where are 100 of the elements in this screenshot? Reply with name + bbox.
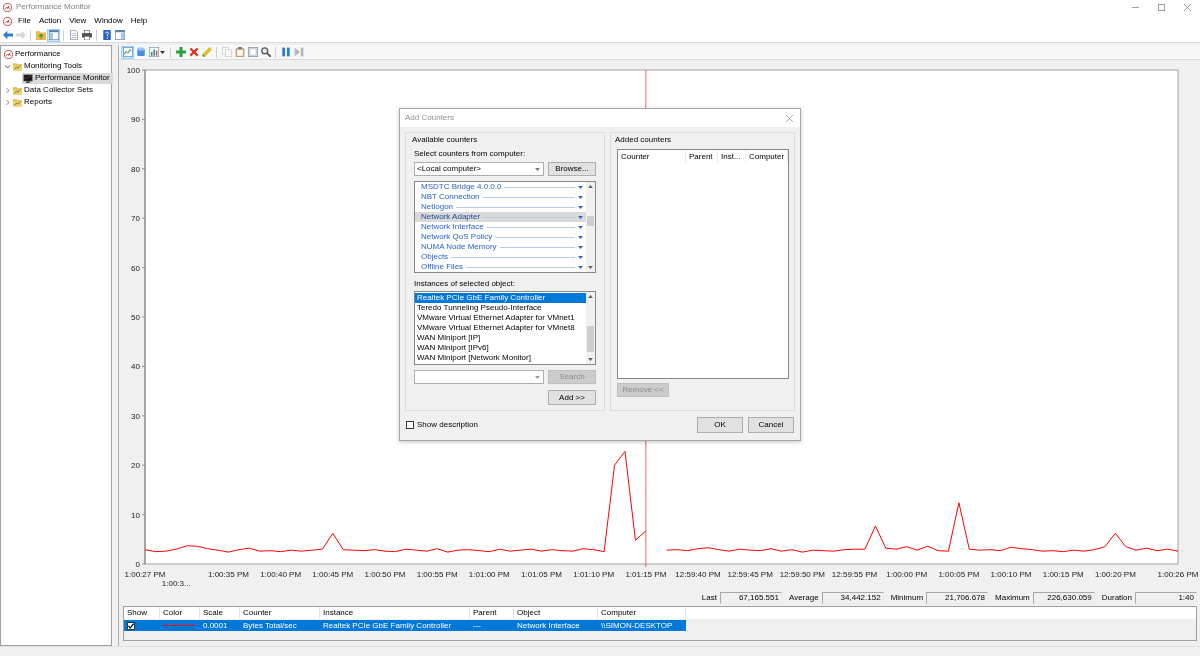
search-field[interactable] — [414, 370, 544, 384]
counter-item[interactable]: Network Interface — [415, 222, 586, 232]
checkbox[interactable] — [406, 421, 414, 429]
instance-item[interactable]: WAN Miniport [Network Monitor] — [415, 353, 586, 363]
column-header[interactable]: Inst... — [718, 150, 746, 163]
action-pane-button[interactable] — [113, 28, 126, 42]
paste-button[interactable] — [233, 45, 246, 59]
caret-icon[interactable] — [578, 205, 583, 209]
caret-icon[interactable] — [578, 225, 583, 229]
axis-label: 1:01:05 PM — [521, 570, 562, 579]
caret-icon[interactable] — [578, 235, 583, 239]
log-data-button[interactable] — [134, 45, 147, 59]
axis-label: 10 — [131, 510, 140, 520]
scrollbar-thumb[interactable] — [587, 326, 594, 352]
column-header[interactable]: Scale — [200, 607, 240, 619]
column-header[interactable]: Parent — [686, 150, 718, 163]
up-folder-button[interactable] — [34, 28, 47, 42]
checkbox-label[interactable]: Show description — [417, 421, 478, 429]
check-icon — [128, 622, 134, 629]
column-header[interactable]: Show — [124, 607, 160, 619]
freeze-button[interactable] — [279, 45, 292, 59]
axis-label: 1:00:50 PM — [364, 570, 406, 579]
instance-list[interactable] — [414, 291, 596, 365]
tree-item[interactable]: Performance — [3, 48, 64, 60]
caret-icon[interactable] — [578, 195, 583, 199]
checkbox[interactable] — [127, 621, 135, 630]
caret-icon[interactable] — [578, 245, 583, 249]
cancel-button[interactable]: Cancel — [748, 417, 794, 433]
menu-item[interactable]: View — [65, 14, 91, 28]
counter-item[interactable]: Network Adapter — [415, 212, 586, 222]
axis-label: 0 — [135, 560, 140, 569]
counter-item[interactable]: NBT Connection — [415, 192, 586, 202]
column-header[interactable]: Counter — [618, 150, 686, 163]
table-cell-text: Realtek PCIe GbE Family Controller — [322, 621, 453, 630]
computer-dropdown[interactable]: <Local computer> — [414, 162, 544, 176]
chevron-icon[interactable] — [5, 99, 10, 105]
caret-up-icon — [588, 295, 593, 298]
counter-item[interactable]: NUMA Node Memory — [415, 242, 586, 252]
group-label: Added counters — [615, 135, 673, 145]
menu-item[interactable]: Action — [34, 14, 66, 28]
counter-item[interactable]: Network QoS Policy — [415, 232, 586, 242]
column-header[interactable]: Computer — [746, 150, 788, 163]
counter-item[interactable]: Objects — [415, 252, 586, 262]
axis-label: 12:59:40 PM — [675, 570, 721, 579]
menu-item[interactable]: Window — [90, 14, 127, 28]
scrollbar[interactable] — [586, 182, 595, 272]
copy-icon — [221, 47, 232, 57]
column-header[interactable]: Parent — [470, 607, 514, 619]
counter-item[interactable]: MSDTC Bridge 4.0.0.0 — [415, 182, 586, 192]
tree-item[interactable]: Monitoring Tools — [12, 60, 86, 72]
scrollbar[interactable] — [586, 292, 595, 364]
scrollbar-thumb[interactable] — [587, 216, 594, 226]
caret-icon[interactable] — [578, 255, 583, 259]
axis-label: 1:00:55 PM — [416, 570, 458, 579]
column-header[interactable]: Counter — [240, 607, 320, 619]
counter-list[interactable]: MSDTC Bridge 4.0.0.0 NBT Connection Netlogon Network Adapter Network Interface Network QoS Policy NUMA Node Memory Objects Offline Files — [414, 181, 596, 273]
axis-label: 12:59:50 PM — [779, 570, 826, 579]
counter-item[interactable]: Netlogon — [415, 202, 586, 212]
highlight-button[interactable] — [200, 45, 213, 59]
instance-item[interactable]: Teredo Tunneling Pseudo-Interface — [415, 303, 586, 313]
ok-button[interactable]: OK — [697, 417, 743, 433]
tree-item[interactable]: Data Collector Sets — [12, 84, 96, 96]
column-header[interactable]: Instance — [320, 607, 470, 619]
legend-row[interactable]: 0.0001 Bytes Total/sec Realtek PCIe GbE Family Controller --- Network Interface \\SIMON-DESKTOP — [124, 620, 686, 631]
chevron-icon[interactable] — [5, 87, 10, 93]
caret-icon[interactable] — [578, 185, 583, 189]
instance-item[interactable]: WAN Miniport [IP] — [415, 333, 586, 343]
caret-icon[interactable] — [578, 265, 583, 269]
statistic-value: 21,706.678 — [926, 591, 989, 604]
tree-item[interactable]: Performance Monitor — [22, 72, 113, 84]
table-cell-text: --- — [472, 621, 482, 630]
export-button[interactable] — [80, 28, 93, 42]
zoom-button[interactable] — [259, 45, 272, 59]
menu-item[interactable]: Help — [126, 14, 152, 28]
tree-item[interactable]: Reports — [12, 96, 55, 108]
caret-icon[interactable] — [578, 215, 583, 219]
help-button[interactable] — [100, 28, 113, 42]
column-header[interactable]: Computer — [598, 607, 686, 619]
column-header[interactable]: Color — [160, 607, 200, 619]
instance-item[interactable]: Realtek PCIe GbE Family Controller — [415, 293, 586, 303]
graph-type-button[interactable] — [147, 45, 167, 59]
axis-label: 100 — [126, 66, 140, 75]
instance-item[interactable]: VMware Virtual Ethernet Adapter for VMnet1 — [415, 313, 586, 323]
axis-label: 1:00:3... — [161, 579, 191, 588]
console-tree-button[interactable] — [47, 28, 60, 42]
add-button[interactable]: Add >> — [548, 390, 596, 405]
counter-item[interactable]: Offline Files — [415, 262, 586, 272]
browse-button[interactable]: Browse... — [548, 162, 596, 176]
delete-button[interactable] — [187, 45, 200, 59]
x-mark-icon — [188, 47, 199, 57]
close-button[interactable] — [784, 112, 795, 124]
caret-down-icon — [588, 266, 593, 269]
current-activity-button[interactable] — [121, 45, 134, 59]
table-cell-text: Network Interface — [516, 621, 581, 630]
add-counter-button[interactable] — [174, 45, 187, 59]
column-header[interactable]: Object — [514, 607, 598, 619]
instance-item[interactable]: WAN Miniport [IPv6] — [415, 343, 586, 353]
menu-item[interactable]: File — [14, 14, 35, 28]
chevron-icon[interactable] — [5, 63, 10, 69]
instance-item[interactable]: VMware Virtual Ethernet Adapter for VMnet8 — [415, 323, 586, 333]
